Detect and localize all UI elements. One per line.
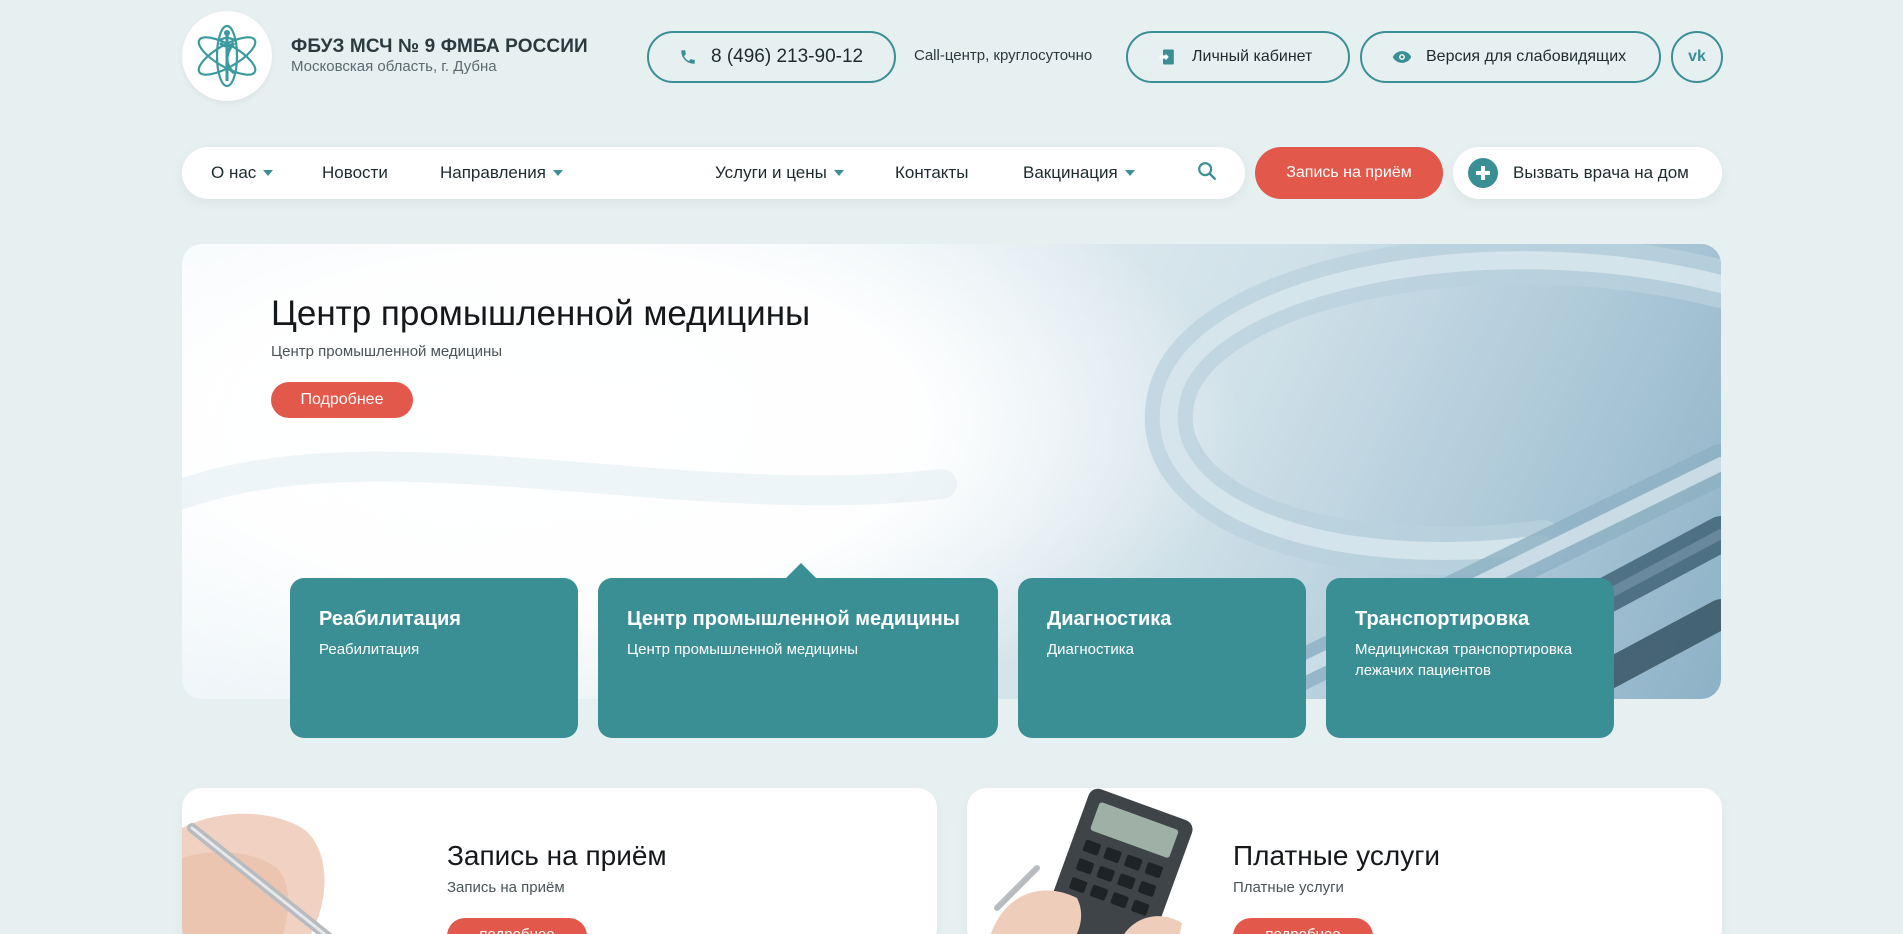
- card-subtitle: Медицинская транспортировка лежачих паци…: [1355, 641, 1573, 679]
- vk-social-button[interactable]: vk: [1671, 31, 1723, 83]
- main-navigation: О нас Новости Направления Услуги и цены …: [182, 147, 1245, 199]
- call-doctor-home-label: Вызвать врача на дом: [1513, 163, 1689, 182]
- low-vision-version-button[interactable]: Версия для слабовидящих: [1360, 31, 1661, 83]
- panel-more-button[interactable]: подробнее: [1233, 918, 1373, 934]
- phone-number: 8 (496) 213-90-12: [711, 46, 864, 67]
- org-name: ФБУЗ МСЧ № 9 ФМБА РОССИИ: [291, 36, 588, 57]
- card-diagnostics[interactable]: Диагностика Диагностика: [1018, 578, 1306, 738]
- logo[interactable]: [182, 11, 272, 101]
- nav-item-label: Направления: [440, 163, 546, 182]
- panel-more-button[interactable]: подробнее: [447, 918, 587, 934]
- hero-subtitle: Центр промышленной медицины: [271, 343, 503, 360]
- card-title: Реабилитация: [319, 608, 461, 630]
- nav-item-label: Контакты: [895, 163, 969, 182]
- low-vision-version-label: Версия для слабовидящих: [1426, 48, 1627, 65]
- card-title: Центр промышленной медицины: [627, 608, 960, 630]
- nav-item-services-prices[interactable]: Услуги и цены: [715, 147, 844, 199]
- chevron-down-icon: [833, 170, 844, 176]
- phone-icon: [681, 50, 695, 64]
- appointment-button[interactable]: Запись на приём: [1255, 147, 1443, 199]
- card-transportation[interactable]: Транспортировка Медицинская транспортиро…: [1326, 578, 1614, 738]
- card-subtitle: Реабилитация: [319, 641, 420, 658]
- nav-item-directions[interactable]: Направления: [440, 147, 563, 199]
- active-card-pointer: [786, 563, 816, 578]
- vk-icon: vk: [1688, 48, 1706, 65]
- nav-item-about[interactable]: О нас: [211, 147, 274, 199]
- nav-item-label: Новости: [322, 163, 388, 182]
- call-center-note: Call-центр, круглосуточно: [914, 47, 1093, 64]
- plus-icon: [1468, 158, 1498, 188]
- search-icon: [1198, 162, 1216, 180]
- panel-subtitle: Платные услуги: [1233, 879, 1344, 896]
- personal-cabinet-label: Личный кабинет: [1192, 48, 1313, 65]
- card-title: Транспортировка: [1355, 608, 1530, 630]
- calculator-image: [990, 788, 1193, 934]
- chevron-down-icon: [263, 170, 274, 176]
- card-subtitle: Центр промышленной медицины: [627, 641, 859, 658]
- org-location: Московская область, г. Дубна: [291, 58, 497, 75]
- nav-item-label: О нас: [211, 163, 257, 182]
- chevron-down-icon: [1124, 170, 1135, 176]
- call-doctor-home-button[interactable]: Вызвать врача на дом: [1453, 147, 1722, 199]
- panel-title: Платные услуги: [1233, 840, 1441, 871]
- hero-more-button[interactable]: Подробнее: [271, 382, 413, 418]
- hero-title: Центр промышленной медицины: [271, 294, 811, 333]
- search-button[interactable]: [1196, 160, 1222, 186]
- card-rehabilitation[interactable]: Реабилитация Реабилитация: [290, 578, 578, 738]
- nav-item-label: Услуги и цены: [715, 163, 827, 182]
- eye-icon: [1392, 51, 1412, 63]
- panel-appointment[interactable]: Запись на приём Запись на приём подробне…: [182, 788, 937, 934]
- panel-subtitle: Запись на приём: [447, 879, 565, 896]
- nav-item-contacts[interactable]: Контакты: [895, 147, 968, 199]
- panel-title: Запись на приём: [447, 840, 667, 871]
- card-title: Диагностика: [1047, 608, 1172, 630]
- card-industrial-medicine[interactable]: Центр промышленной медицины Центр промыш…: [598, 578, 998, 738]
- nav-item-news[interactable]: Новости: [322, 147, 388, 199]
- panel-paid-services[interactable]: Платные услуги Платные услуги подробнее: [967, 788, 1722, 934]
- nav-item-label: Вакцинация: [1023, 163, 1118, 182]
- hand-with-pen-image: [182, 813, 333, 934]
- card-subtitle: Диагностика: [1047, 641, 1134, 658]
- logo-emblem-icon: [197, 24, 257, 88]
- phone-button[interactable]: 8 (496) 213-90-12: [647, 31, 896, 83]
- chevron-down-icon: [552, 170, 563, 176]
- login-icon: [1159, 49, 1174, 65]
- nav-item-vaccination[interactable]: Вакцинация: [1023, 147, 1135, 199]
- personal-cabinet-button[interactable]: Личный кабинет: [1126, 31, 1350, 83]
